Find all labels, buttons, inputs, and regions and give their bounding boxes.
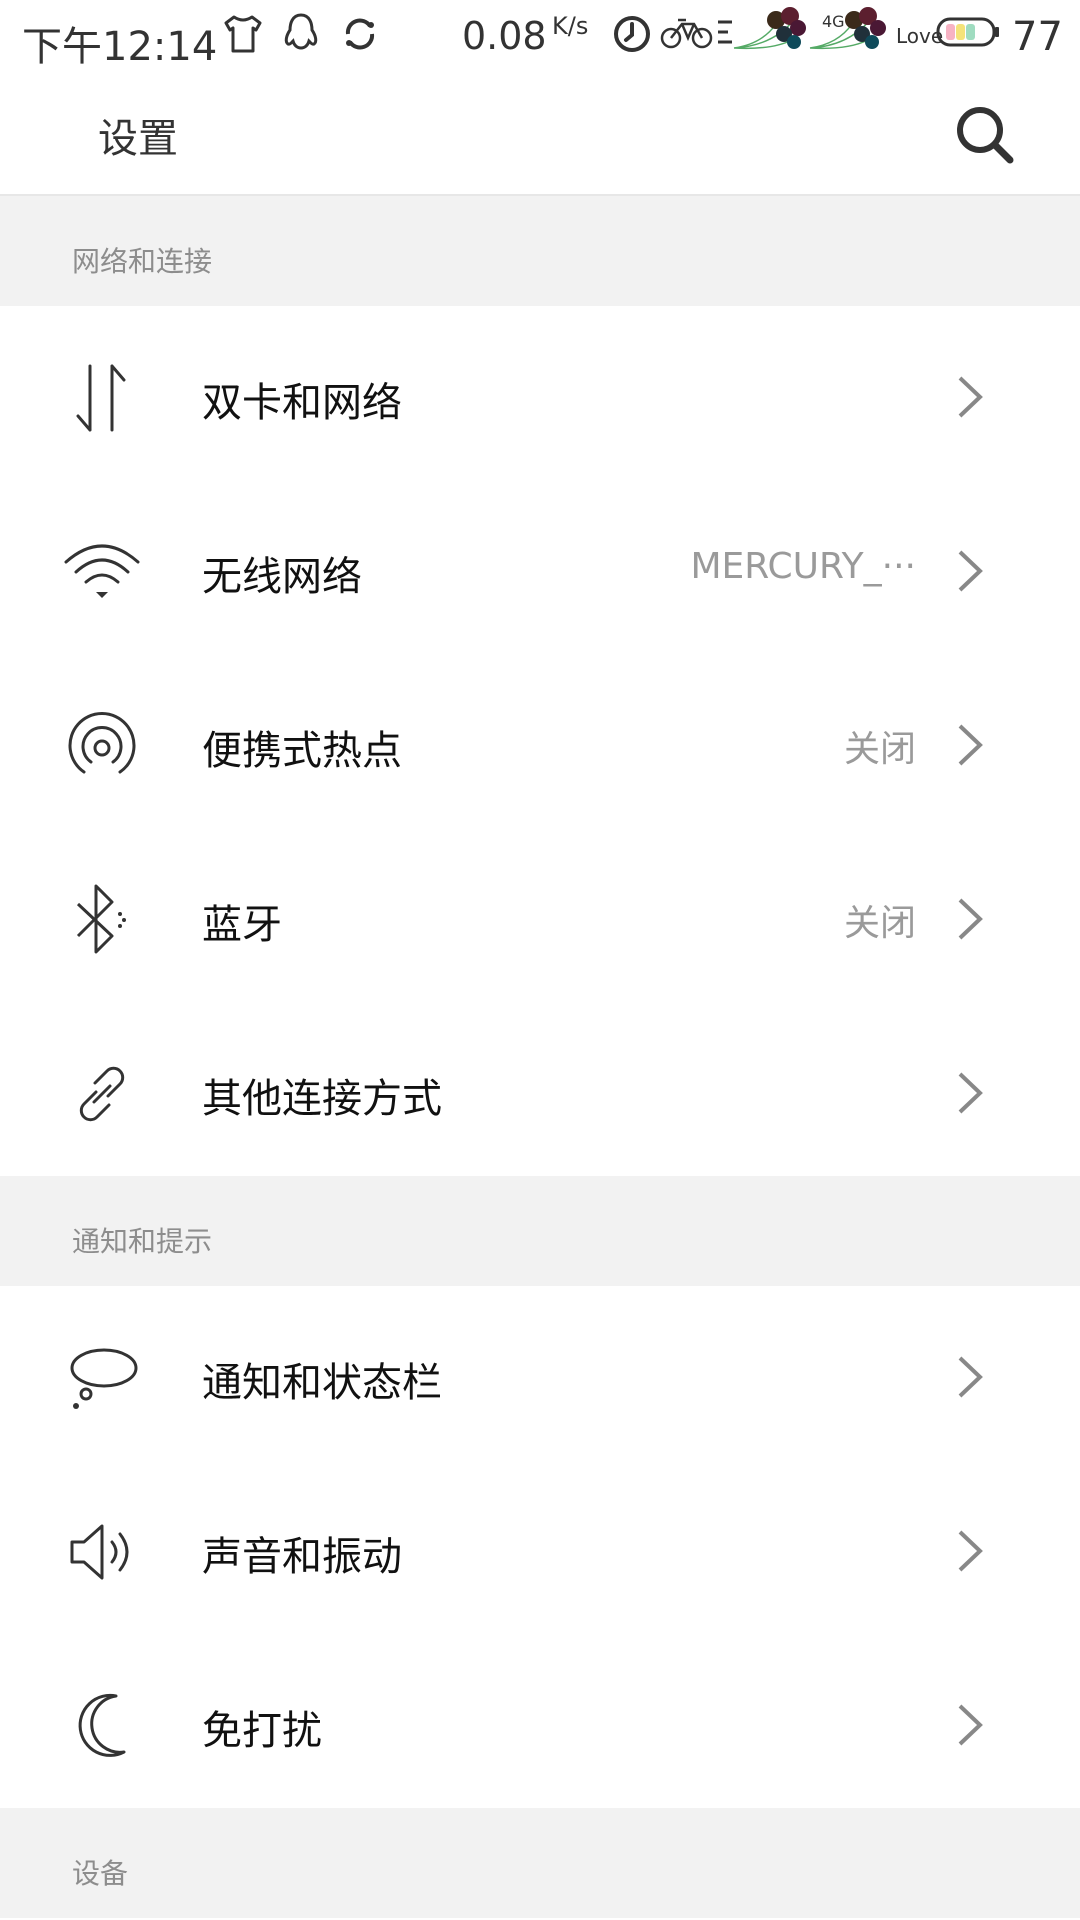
battery-icon bbox=[936, 17, 999, 47]
setting-value: 关闭 bbox=[843, 729, 916, 770]
setting-label: 免打扰 bbox=[202, 1708, 322, 1754]
battery-level: 77 bbox=[1012, 14, 1063, 60]
link-icon bbox=[79, 1066, 125, 1122]
section-title: 通知和提示 bbox=[72, 1225, 213, 1258]
setting-item-do-not-disturb[interactable]: 免打扰 bbox=[0, 1634, 1080, 1808]
setting-label: 声音和振动 bbox=[202, 1534, 402, 1580]
setting-item-bluetooth[interactable]: 蓝牙 关闭 bbox=[0, 828, 1080, 1002]
chevron-right-icon bbox=[958, 550, 983, 592]
dual-arrows-icon bbox=[76, 364, 126, 432]
page-title: 设置 bbox=[98, 116, 178, 162]
bluetooth-icon bbox=[76, 884, 126, 954]
setting-label: 蓝牙 bbox=[202, 902, 282, 948]
shirt-icon bbox=[224, 15, 262, 53]
chevron-right-icon bbox=[958, 1072, 983, 1114]
net-speed: 0.08 bbox=[462, 14, 547, 58]
setting-label: 通知和状态栏 bbox=[202, 1360, 442, 1406]
setting-item-hotspot[interactable]: 便携式热点 关闭 bbox=[0, 654, 1080, 828]
bicycle-icon bbox=[660, 18, 713, 49]
hotspot-icon bbox=[68, 712, 136, 774]
chevron-right-icon bbox=[958, 1530, 983, 1572]
chevron-right-icon bbox=[958, 1704, 983, 1746]
setting-item-other-connections[interactable]: 其他连接方式 bbox=[0, 1002, 1080, 1176]
setting-item-sound-vibration[interactable]: 声音和振动 bbox=[0, 1460, 1080, 1634]
wifi-icon bbox=[64, 544, 140, 598]
chevron-right-icon bbox=[958, 1356, 983, 1398]
setting-label: 双卡和网络 bbox=[202, 380, 402, 426]
section-device: 设备 bbox=[0, 1808, 1080, 1918]
net-speed-unit: K/s bbox=[552, 12, 589, 40]
section-title: 网络和连接 bbox=[72, 245, 213, 278]
chevron-right-icon bbox=[958, 376, 983, 418]
section-network-connection: 网络和连接 bbox=[0, 196, 1080, 306]
setting-label: 其他连接方式 bbox=[202, 1076, 442, 1122]
status-time: 下午12:14 bbox=[22, 24, 218, 70]
signal-balloons-icon bbox=[733, 7, 806, 50]
moon-icon bbox=[78, 1693, 126, 1757]
setting-item-notification-statusbar[interactable]: 通知和状态栏 bbox=[0, 1286, 1080, 1460]
speaker-icon bbox=[70, 1524, 129, 1580]
sync-icon bbox=[345, 18, 375, 50]
setting-value: MERCURY_··· bbox=[690, 546, 916, 587]
chevron-right-icon bbox=[958, 898, 983, 940]
search-icon[interactable] bbox=[950, 100, 1020, 170]
setting-value: 关闭 bbox=[843, 903, 916, 944]
setting-label: 便携式热点 bbox=[202, 728, 402, 774]
setting-item-wifi[interactable]: 无线网络 MERCURY_··· bbox=[0, 480, 1080, 654]
setting-item-dual-sim[interactable]: 双卡和网络 bbox=[0, 306, 1080, 480]
section-notifications: 通知和提示 bbox=[0, 1176, 1080, 1286]
alarm-icon bbox=[614, 16, 650, 52]
speech-bubble-icon bbox=[70, 1348, 138, 1409]
qq-icon bbox=[284, 13, 318, 50]
app-header: 设置 bbox=[0, 76, 1080, 196]
signal-balloons-icon-2 bbox=[809, 7, 886, 50]
setting-label: 无线网络 bbox=[202, 554, 362, 600]
chevron-right-icon bbox=[958, 724, 983, 766]
status-bar: 下午12:14 0.08 K/s 4G Love 77 bbox=[0, 0, 1080, 76]
section-title: 设备 bbox=[72, 1857, 129, 1890]
